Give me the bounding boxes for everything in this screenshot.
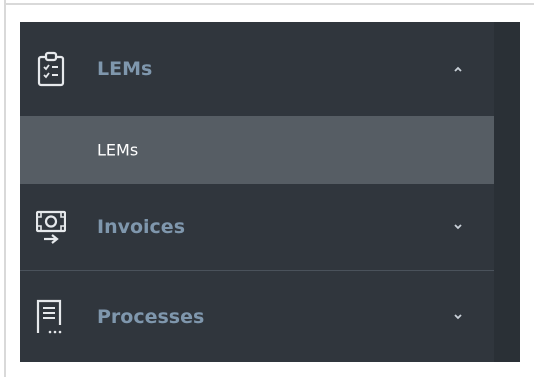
- frame-border-left: [4, 0, 6, 377]
- menu-section-label: Processes: [97, 305, 205, 328]
- submenu-item-label: LEMs: [97, 140, 139, 160]
- chevron-down-icon[interactable]: [452, 311, 464, 323]
- document-icon: [36, 299, 62, 333]
- sidebar-scroll-edge: [494, 22, 520, 362]
- menu-section-invoices[interactable]: Invoices: [20, 184, 494, 270]
- menu-section-label: Invoices: [97, 216, 186, 238]
- chevron-down-icon[interactable]: [452, 221, 464, 233]
- menu-section-processes[interactable]: Processes: [20, 271, 494, 362]
- menu-section-label: LEMs: [97, 58, 153, 80]
- screenshot-frame: LEMs LEMs Invoices Processes: [0, 0, 534, 377]
- clipboard-checklist-icon: [37, 51, 65, 87]
- chevron-up-icon[interactable]: [452, 63, 464, 75]
- frame-border-top: [4, 3, 534, 5]
- menu-section-lems[interactable]: LEMs: [20, 22, 494, 116]
- money-transfer-icon: [36, 210, 66, 244]
- submenu-item-lems[interactable]: LEMs: [20, 116, 494, 184]
- sidebar-menu: LEMs LEMs Invoices Processes: [20, 22, 520, 362]
